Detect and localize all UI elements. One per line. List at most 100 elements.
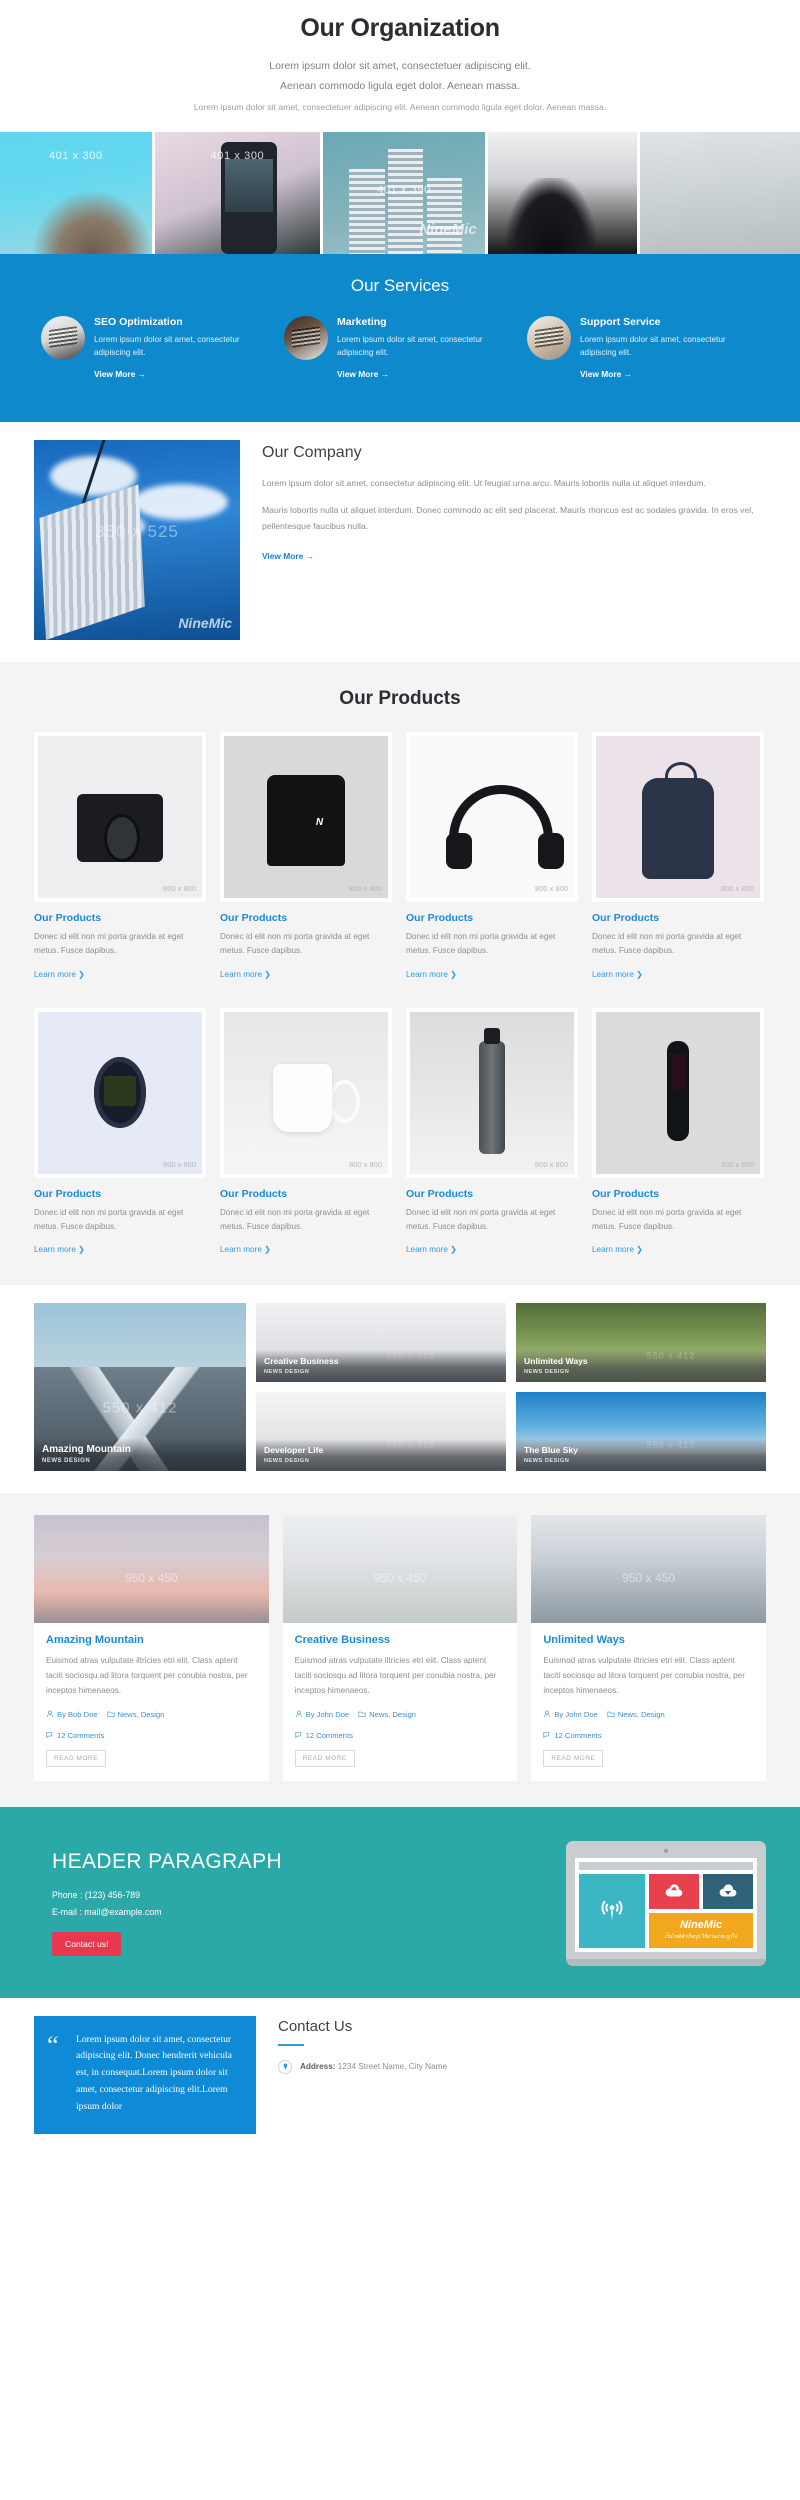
news-tile-meta: NEWS DESIGN (264, 1369, 310, 1376)
building-shape (39, 484, 146, 640)
news-tile-amazing-mountain[interactable]: 550 x 412 Amazing Mountain NEWS DESIGN (34, 1303, 246, 1472)
news-tile-developer-life[interactable]: 550 x 412 Developer Life NEWS DESIGN (256, 1392, 506, 1472)
service-view-more-link[interactable]: View More → (94, 369, 146, 379)
product-thumbnail[interactable]: 800 x 800 (34, 1007, 206, 1178)
product-thumbnail[interactable]: 800 x 800 (34, 732, 206, 902)
product-thumbnail[interactable]: 800 x 800 (220, 732, 392, 902)
service-description: Lorem ipsum dolor sit amet, consectetur … (94, 334, 240, 358)
laptop-illustration: NineMic เว็บไซต์สำเร็จรูป ใช้งานง่าย ถูก… (566, 1840, 766, 1966)
blog-categories[interactable]: News, Design (358, 1710, 416, 1719)
backpack-icon (596, 736, 760, 898)
product-thumbnail[interactable]: 800 x 800 (592, 1007, 764, 1178)
blog-read-more-button[interactable]: READ MORE (294, 1749, 355, 1767)
product-title: Our Products (34, 912, 102, 924)
hero-subtitle-line-3: Lorem ipsum dolor sit amet, consectetuer… (193, 101, 607, 112)
product-thumbnail[interactable]: 800 x 800 (406, 732, 578, 902)
folder-icon (358, 1711, 366, 1718)
news-tile-unlimited-ways[interactable]: 550 x 412 Unlimited Ways NEWS DESIGN (516, 1303, 766, 1383)
blog-image[interactable]: 950 x 450 (531, 1515, 767, 1624)
blog-comments[interactable]: 12 Comments (295, 1731, 506, 1740)
folder-icon (607, 1711, 615, 1718)
product-learn-more-link[interactable]: Learn more ❯ (592, 1244, 643, 1254)
comment-icon (295, 1732, 301, 1739)
product-card[interactable]: 800 x 800 Our Products Donec id elit non… (34, 732, 206, 982)
mug-icon (224, 1011, 388, 1174)
blog-title[interactable]: Unlimited Ways (543, 1634, 754, 1646)
image-size-label: 800 x 800 (349, 884, 382, 893)
banner-image-strip: 401 x 300 401 x 300 401 x 390 NineMic (0, 131, 800, 254)
product-title: Our Products (220, 1187, 288, 1200)
blog-author[interactable]: By Bob Doe (46, 1710, 98, 1719)
blog-categories[interactable]: News, Design (607, 1710, 665, 1719)
watch-icon (38, 1011, 202, 1174)
banner-image-phone[interactable]: 401 x 300 (154, 131, 321, 254)
blog-title[interactable]: Creative Business (295, 1634, 506, 1646)
product-learn-more-link[interactable]: Learn more ❯ (406, 1244, 457, 1254)
product-thumbnail[interactable]: 800 x 800 (592, 732, 764, 902)
news-tile-title: Amazing Mountain (42, 1444, 131, 1456)
product-learn-more-link[interactable]: Learn more ❯ (220, 1244, 271, 1254)
banner-image-buildings[interactable]: 401 x 390 NineMic (323, 131, 485, 254)
company-image[interactable]: 350 x 525 NineMic (34, 440, 240, 640)
cta-section: HEADER PARAGRAPH Phone : (123) 456-789 E… (0, 1806, 800, 1998)
blog-author[interactable]: By John Doe (543, 1710, 598, 1719)
quote-icon: “ (47, 2030, 59, 2060)
banner-image-sky[interactable]: 401 x 300 (0, 131, 152, 254)
product-card[interactable]: 800 x 800 Our Products Donec id elit non… (592, 732, 764, 982)
company-paragraph-1: Lorem ipsum dolor sit amet, consectetur … (262, 478, 706, 488)
blog-title[interactable]: Amazing Mountain (46, 1634, 257, 1646)
brand-tagline: เว็บไซต์สำเร็จรูป ใช้งานง่าย ถูกใจ (664, 1934, 738, 1941)
product-card[interactable]: 800 x 800 Our Products Donec id elit non… (406, 732, 578, 982)
user-icon (46, 1710, 54, 1718)
service-card-support[interactable]: Support Service Lorem ipsum dolor sit am… (527, 315, 759, 382)
product-card[interactable]: 800 x 800 Our Products Donec id elit non… (220, 732, 392, 982)
blog-author[interactable]: By John Doe (295, 1710, 349, 1719)
building-shape (349, 168, 385, 254)
brand-logo: NineMic (679, 1919, 723, 1932)
blog-card[interactable]: 950 x 450 Creative Business Euismod atra… (282, 1515, 518, 1781)
service-view-more-link[interactable]: View More → (580, 369, 632, 379)
service-title: SEO Optimization (94, 315, 183, 328)
product-card[interactable]: 800 x 800 Our Products Donec id elit non… (592, 1007, 764, 1258)
blog-comments[interactable]: 12 Comments (543, 1731, 754, 1740)
product-description: Donec id elit non mi porta gravida at eg… (34, 1207, 184, 1232)
address-value: 1234 Street Name, City Name (337, 2062, 447, 2072)
company-view-more-link[interactable]: View More → (262, 551, 314, 561)
camera-icon (38, 736, 202, 898)
blog-image[interactable]: 950 x 450 (282, 1515, 518, 1624)
banner-image-extra[interactable] (640, 131, 800, 254)
product-learn-more-link[interactable]: Learn more ❯ (34, 969, 85, 979)
product-card[interactable]: 800 x 800 Our Products Donec id elit non… (220, 1007, 392, 1258)
contact-us-button[interactable]: Contact us! (52, 1932, 122, 1957)
blog-read-more-button[interactable]: READ MORE (543, 1749, 604, 1767)
blog-meta: By Bob Doe News, Design 12 Comments (46, 1710, 257, 1740)
news-tile-the-blue-sky[interactable]: 550 x 412 The Blue Sky NEWS DESIGN (516, 1392, 766, 1472)
blog-image[interactable]: 950 x 450 (34, 1515, 269, 1624)
product-learn-more-link[interactable]: Learn more ❯ (406, 969, 457, 979)
service-card-marketing[interactable]: Marketing Lorem ipsum dolor sit amet, co… (284, 315, 516, 382)
blog-comments[interactable]: 12 Comments (46, 1731, 257, 1740)
product-learn-more-link[interactable]: Learn more ❯ (34, 1244, 85, 1254)
product-thumbnail[interactable]: 800 x 800 (220, 1007, 392, 1178)
footer-contact-section: “ Lorem ipsum dolor sit amet, consectetu… (0, 1997, 800, 2154)
news-tile-creative-business[interactable]: 550 x 412 Creative Business NEWS DESIGN (256, 1303, 506, 1383)
image-size-label: 950 x 450 (124, 1571, 178, 1585)
blog-card[interactable]: 950 x 450 Amazing Mountain Euismod atras… (34, 1515, 269, 1781)
keyboard-icon (41, 315, 85, 360)
hero-header: Our Organization Lorem ipsum dolor sit a… (0, 0, 800, 132)
image-size-label: 950 x 450 (622, 1571, 676, 1585)
blog-read-more-button[interactable]: READ MORE (46, 1749, 107, 1767)
product-title: Our Products (406, 912, 474, 924)
product-learn-more-link[interactable]: Learn more ❯ (220, 969, 271, 979)
product-card[interactable]: 800 x 800 Our Products Donec id elit non… (34, 1007, 206, 1258)
service-view-more-link[interactable]: View More → (337, 369, 389, 379)
product-thumbnail[interactable]: 800 x 800 (406, 1007, 578, 1178)
blog-card[interactable]: 950 x 450 Unlimited Ways Euismod atras v… (531, 1515, 767, 1781)
service-title: Marketing (337, 315, 387, 328)
banner-image-people[interactable] (487, 131, 638, 254)
blog-categories[interactable]: News, Design (106, 1710, 164, 1719)
product-learn-more-link[interactable]: Learn more ❯ (592, 969, 643, 979)
product-card[interactable]: 800 x 800 Our Products Donec id elit non… (406, 1007, 578, 1258)
cta-email: E-mail : mail@example.com (52, 1906, 162, 1917)
service-card-seo[interactable]: SEO Optimization Lorem ipsum dolor sit a… (41, 315, 273, 382)
